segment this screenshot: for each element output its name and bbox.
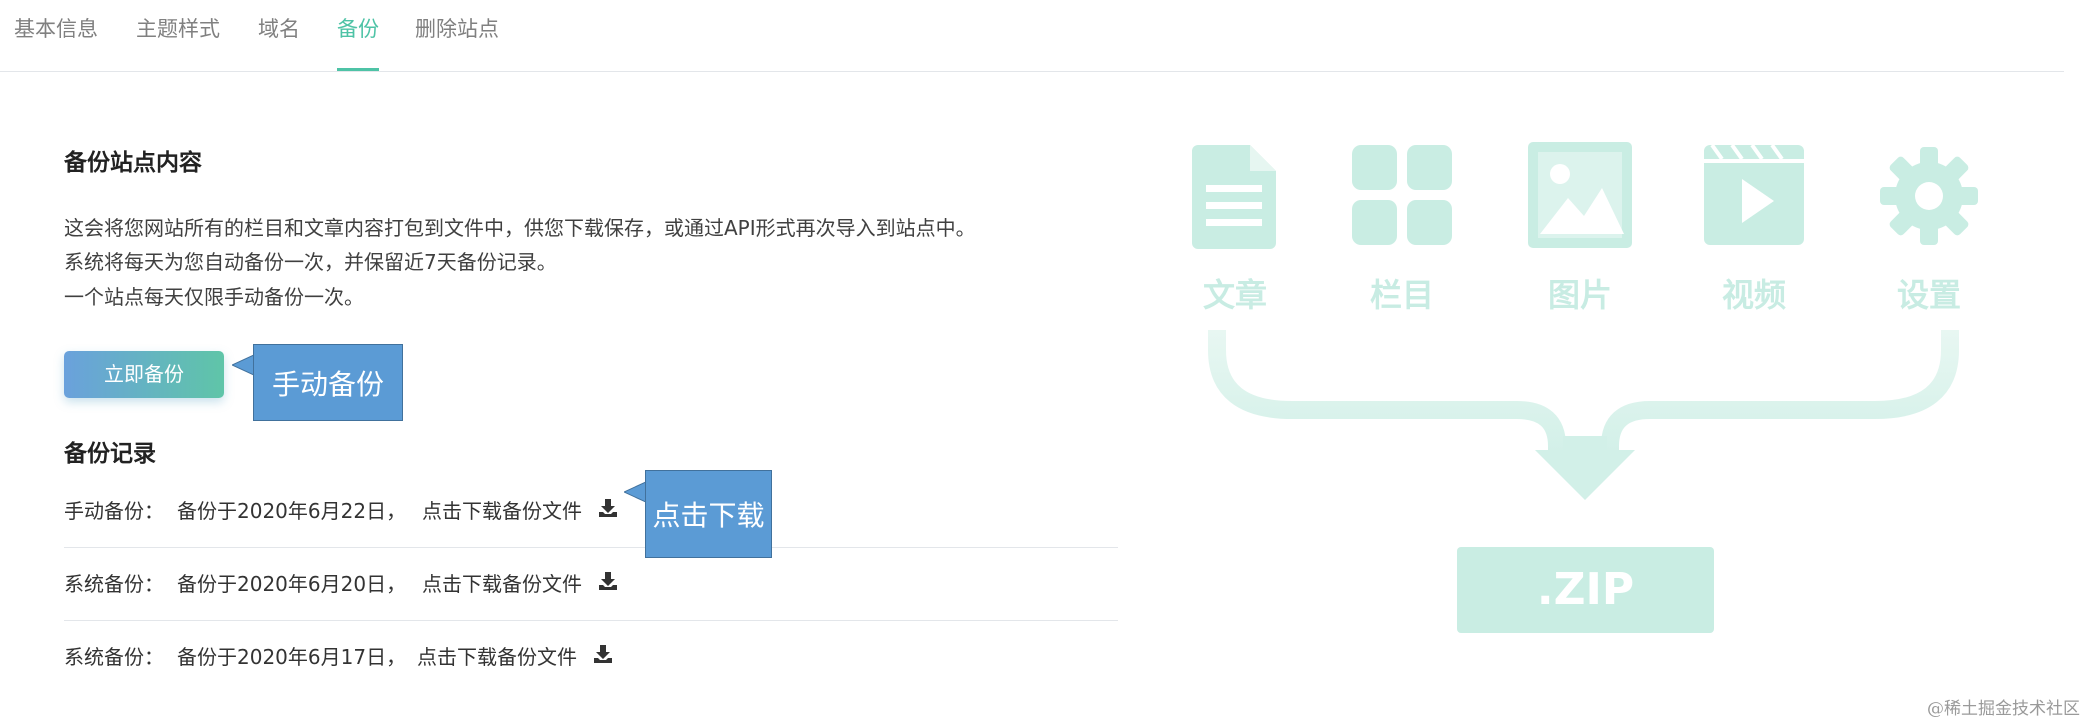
- tab-basic-info[interactable]: 基本信息: [14, 12, 98, 70]
- backup-description-line-2: 系统将每天为您自动备份一次，并保留近7天备份记录。: [64, 250, 557, 274]
- watermark: @稀土掘金技术社区: [1927, 699, 2080, 719]
- illustration-label: 图片: [1547, 276, 1612, 314]
- record-type: 系统备份：: [64, 572, 164, 596]
- video-icon: [1704, 145, 1804, 245]
- download-icon[interactable]: [598, 571, 618, 591]
- illustration-label: 设置: [1896, 276, 1961, 314]
- document-icon: [1192, 145, 1276, 249]
- image-icon: [1528, 142, 1632, 248]
- backup-description-line-3: 一个站点每天仅限手动备份一次。: [64, 285, 364, 309]
- zip-archive-icon: .ZIP: [1457, 547, 1714, 633]
- callout-click-download: 点击下载: [645, 470, 772, 558]
- tab-theme-style[interactable]: 主题样式: [136, 12, 220, 70]
- record-date: 备份于2020年6月22日，: [177, 499, 407, 523]
- backup-section-title: 备份站点内容: [64, 150, 202, 176]
- record-date: 备份于2020年6月17日，: [177, 645, 407, 669]
- merge-arrow-icon: [1208, 330, 1959, 500]
- table-row: 系统备份： 备份于2020年6月20日， 点击下载备份文件: [64, 548, 1118, 621]
- callout-manual-backup: 手动备份: [253, 344, 403, 421]
- tab-delete-site[interactable]: 删除站点: [415, 12, 499, 70]
- illustration-label: 视频: [1721, 276, 1786, 314]
- grid-icon: [1352, 145, 1452, 245]
- backup-description-line-1: 这会将您网站所有的栏目和文章内容打包到文件中，供您下载保存，或通过API形式再次…: [64, 216, 976, 240]
- table-row: 系统备份： 备份于2020年6月17日， 点击下载备份文件: [64, 621, 1118, 694]
- download-backup-link[interactable]: 点击下载备份文件: [422, 495, 582, 524]
- record-date: 备份于2020年6月20日，: [177, 572, 407, 596]
- illustration-label: 栏目: [1369, 276, 1434, 314]
- download-backup-link[interactable]: 点击下载备份文件: [417, 641, 577, 670]
- download-icon[interactable]: [598, 498, 618, 518]
- table-row: 手动备份： 备份于2020年6月22日， 点击下载备份文件: [64, 475, 1118, 548]
- record-type: 系统备份：: [64, 645, 164, 669]
- backup-illustration: 文章 栏目 图片 视频 设置 .ZIP: [1180, 140, 2000, 640]
- download-backup-link[interactable]: 点击下载备份文件: [422, 568, 582, 597]
- tab-bar: 基本信息 主题样式 域名 备份 删除站点: [0, 0, 2064, 72]
- records-section-title: 备份记录: [64, 441, 156, 467]
- download-icon[interactable]: [593, 644, 613, 664]
- illustration-label: 文章: [1202, 276, 1267, 314]
- record-type: 手动备份：: [64, 499, 164, 523]
- backup-now-button[interactable]: 立即备份: [64, 351, 224, 398]
- gear-icon: [1880, 147, 1978, 245]
- tab-domain[interactable]: 域名: [258, 12, 300, 70]
- tab-backup[interactable]: 备份: [337, 12, 379, 71]
